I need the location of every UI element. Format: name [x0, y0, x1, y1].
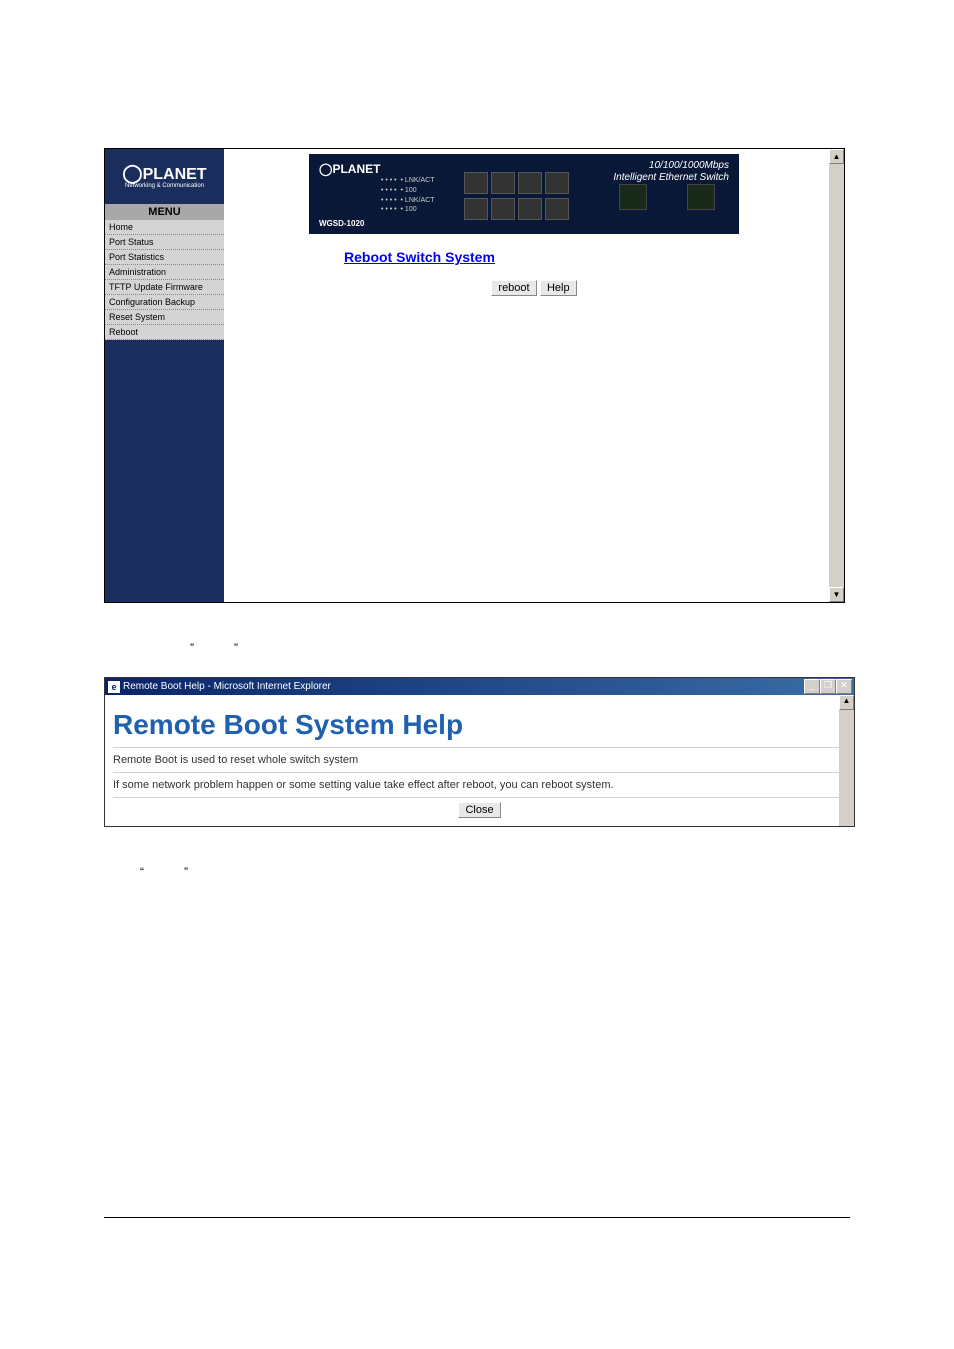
horizontal-rule [104, 1217, 850, 1218]
port-3 [491, 198, 515, 220]
window-title: Remote Boot Help - Microsoft Internet Ex… [123, 681, 331, 692]
menu-config-backup[interactable]: Configuration Backup [105, 295, 224, 310]
help-line-2: If some network problem happen or some s… [113, 772, 846, 797]
help-body: Remote Boot System Help Remote Boot is u… [105, 695, 854, 826]
quote-marks-1: ”” [190, 641, 954, 653]
minimize-button[interactable]: _ [804, 679, 820, 694]
maximize-button[interactable]: ❐ [820, 679, 836, 694]
scroll-down-icon[interactable]: ▼ [829, 587, 844, 602]
button-row: reboot Help [224, 280, 844, 296]
port-6 [518, 172, 542, 194]
scroll-up-icon[interactable]: ▲ [839, 695, 854, 710]
banner-switch-label: Intelligent Ethernet Switch [613, 172, 729, 183]
port-2 [464, 172, 488, 194]
close-button[interactable]: ✕ [836, 679, 852, 694]
scroll-up-icon[interactable]: ▲ [829, 149, 844, 164]
menu-home[interactable]: Home [105, 220, 224, 235]
banner-model: WGSD-1020 [319, 219, 364, 228]
close-help-button[interactable]: Close [458, 802, 500, 818]
ie-icon: e [108, 681, 120, 693]
menu-port-statistics[interactable]: Port Statistics [105, 250, 224, 265]
led-indicators: • • • • • LNK/ACT • • • • • 100 • • • • … [381, 176, 434, 215]
help-window: e Remote Boot Help - Microsoft Internet … [104, 677, 855, 827]
sidebar: ◯PLANET Networking & Communication MENU … [105, 149, 224, 602]
port-4 [491, 172, 515, 194]
switch-banner: ◯PLANET WGSD-1020 10/100/1000Mbps Intell… [309, 154, 739, 234]
port-8 [545, 172, 569, 194]
menu-administration[interactable]: Administration [105, 265, 224, 280]
menu-reboot[interactable]: Reboot [105, 325, 224, 340]
help-heading: Remote Boot System Help [113, 699, 846, 747]
scrollbar[interactable]: ▲ ▼ [829, 149, 844, 602]
close-row: Close [113, 797, 846, 822]
menu-port-status[interactable]: Port Status [105, 235, 224, 250]
banner-speed: 10/100/1000Mbps [649, 160, 729, 171]
quote-marks-2: “” [140, 865, 954, 877]
port-5 [518, 198, 542, 220]
port-10 [687, 184, 715, 210]
help-button[interactable]: Help [540, 280, 577, 296]
reboot-button[interactable]: reboot [491, 280, 536, 296]
port-7 [545, 198, 569, 220]
banner-logo: ◯PLANET [319, 162, 380, 176]
titlebar: e Remote Boot Help - Microsoft Internet … [105, 678, 854, 695]
menu-tftp-update[interactable]: TFTP Update Firmware [105, 280, 224, 295]
help-scrollbar[interactable]: ▲ [839, 695, 854, 826]
page-heading: Reboot Switch System [344, 249, 844, 265]
menu-reset-system[interactable]: Reset System [105, 310, 224, 325]
content-area: ◯PLANET WGSD-1020 10/100/1000Mbps Intell… [224, 149, 844, 602]
planet-logo: ◯PLANET Networking & Communication [122, 164, 206, 189]
port-9 [619, 184, 647, 210]
switch-admin-window: ◯PLANET Networking & Communication MENU … [104, 148, 845, 603]
port-1 [464, 198, 488, 220]
help-line-1: Remote Boot is used to reset whole switc… [113, 747, 846, 772]
menu-title: MENU [105, 204, 224, 220]
